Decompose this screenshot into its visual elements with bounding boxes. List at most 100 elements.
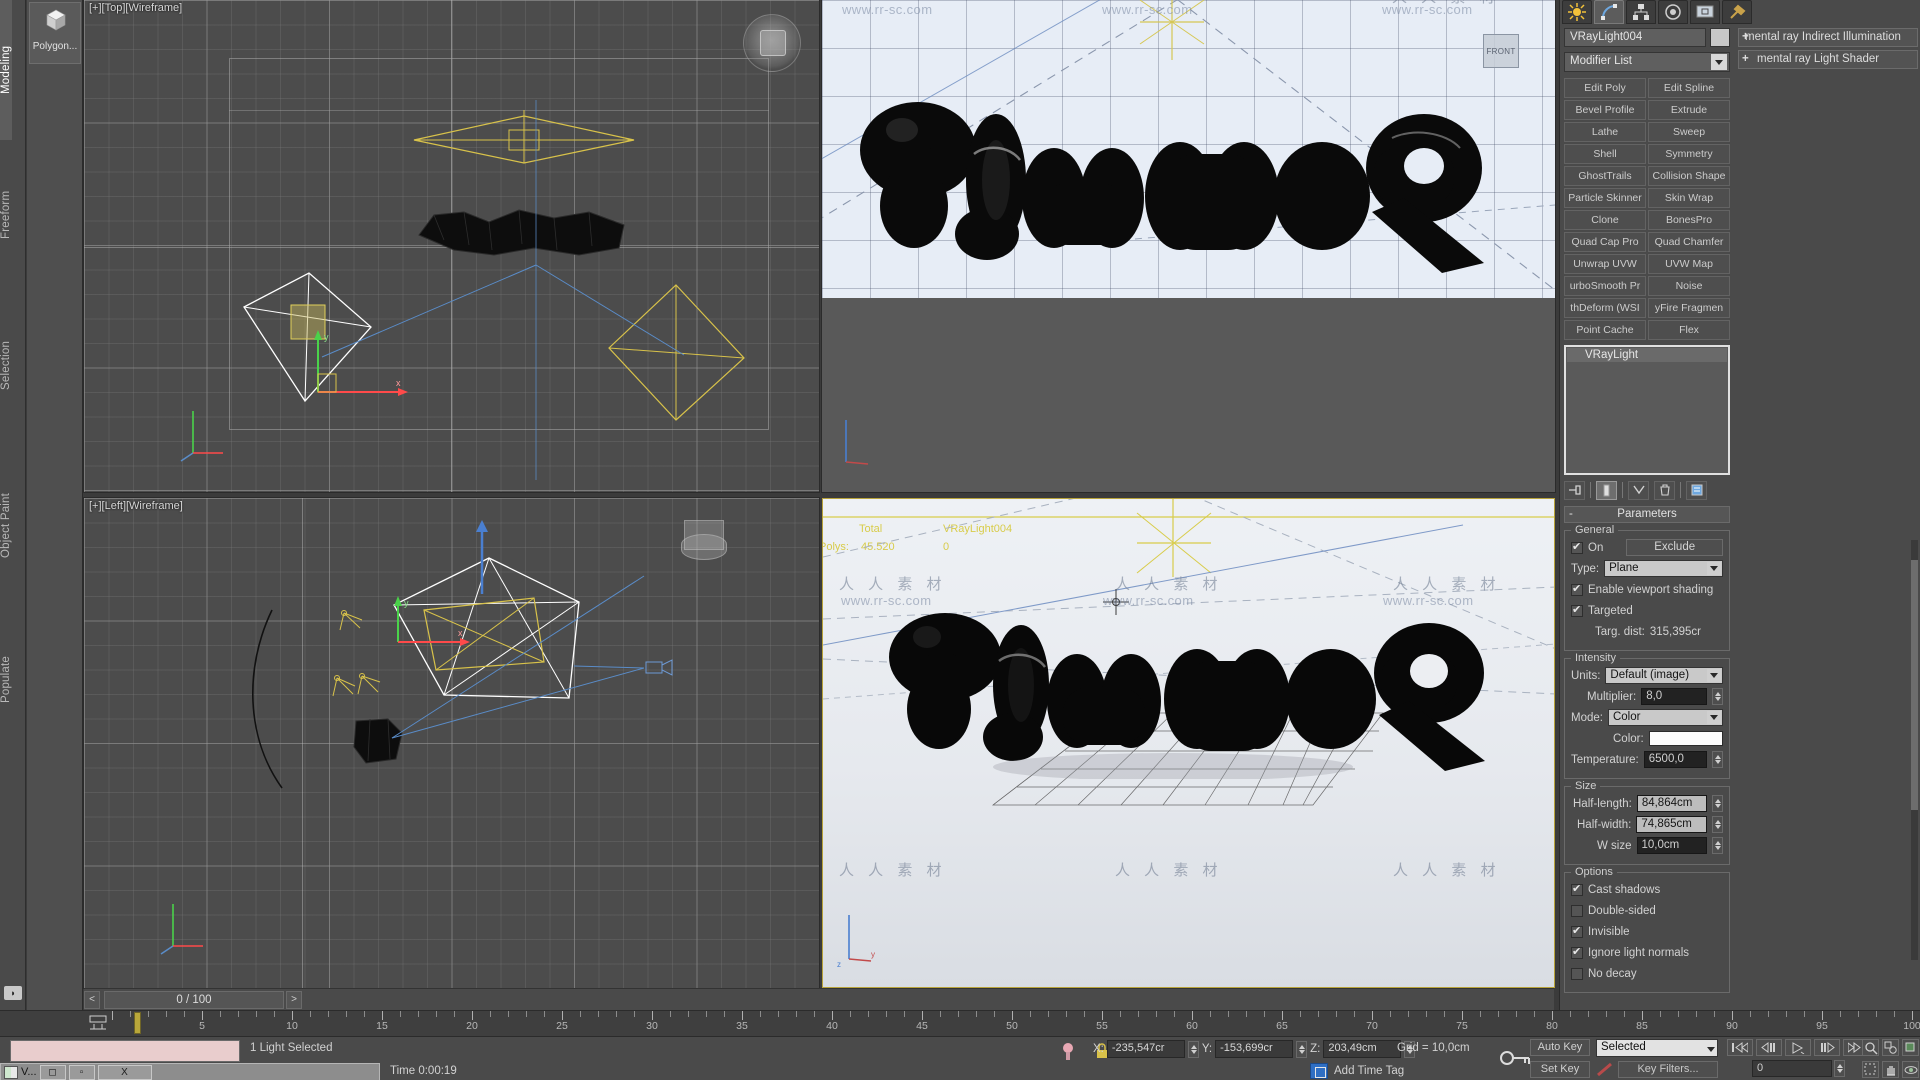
ribbon-tab-populate[interactable]: Populate bbox=[0, 610, 12, 750]
z-field[interactable]: 203,49cm bbox=[1323, 1040, 1402, 1058]
ribbon-tab-freeform[interactable]: Freeform bbox=[0, 140, 12, 290]
viewport-top[interactable]: [+][Top][Wireframe] y x bbox=[83, 0, 820, 493]
mental-ray-indirect-illumination-rollout[interactable]: + mental ray Indirect Illumination bbox=[1738, 28, 1918, 47]
modifier-stack[interactable]: VRayLight bbox=[1564, 345, 1730, 475]
object-name-field[interactable]: VRayLight004 bbox=[1564, 28, 1706, 47]
pan-view-button[interactable] bbox=[1882, 1061, 1899, 1078]
w-size-field[interactable]: 10,0cm bbox=[1636, 837, 1707, 854]
invisible-checkbox[interactable] bbox=[1571, 924, 1583, 938]
chevron-down-icon[interactable] bbox=[1707, 669, 1721, 682]
time-cursor[interactable] bbox=[134, 1012, 141, 1034]
key-mode-icon[interactable] bbox=[88, 1014, 108, 1032]
modifier-button-point-cache[interactable]: Point Cache bbox=[1564, 320, 1646, 340]
y-spinner[interactable] bbox=[1296, 1040, 1308, 1058]
previous-frame-button[interactable] bbox=[1756, 1039, 1782, 1056]
modifier-button-unwrap-uvw[interactable]: Unwrap UVW bbox=[1564, 254, 1646, 274]
ribbon-tab-selection[interactable]: Selection bbox=[0, 290, 12, 440]
half-length-spinner[interactable] bbox=[1712, 795, 1723, 812]
time-tag-icon[interactable] bbox=[1310, 1063, 1328, 1079]
frame-spinner[interactable] bbox=[1834, 1060, 1845, 1077]
expand-icon[interactable]: + bbox=[1742, 51, 1749, 68]
viewport-left[interactable]: [+][Left][Wireframe] y x bbox=[83, 497, 820, 989]
play-animation-button[interactable] bbox=[1785, 1039, 1811, 1056]
exclude-button[interactable]: Exclude bbox=[1626, 539, 1723, 556]
close-button[interactable]: X bbox=[97, 1064, 152, 1080]
camera-icon-left-viewport[interactable] bbox=[642, 656, 676, 682]
half-length-field[interactable]: 84,864cm bbox=[1636, 795, 1707, 812]
light-bulb-icon[interactable] bbox=[1062, 1042, 1074, 1062]
units-dropdown[interactable]: Default (image) bbox=[1605, 667, 1723, 684]
half-width-field[interactable]: 74,865cm bbox=[1636, 816, 1707, 833]
orbit-button[interactable] bbox=[1902, 1061, 1919, 1078]
chevron-down-icon[interactable] bbox=[1707, 711, 1721, 724]
temperature-spinner[interactable] bbox=[1712, 751, 1723, 768]
modify-tab[interactable] bbox=[1594, 0, 1624, 24]
command-panel-scrollbar[interactable] bbox=[1911, 540, 1918, 960]
modifier-button-quad-cap-pro[interactable]: Quad Cap Pro bbox=[1564, 232, 1646, 252]
modifier-button-edit-spline[interactable]: Edit Spline bbox=[1648, 78, 1730, 98]
mode-dropdown[interactable]: Color bbox=[1607, 709, 1723, 726]
no-decay-checkbox[interactable] bbox=[1571, 967, 1583, 980]
zoom-extents-button[interactable] bbox=[1902, 1039, 1919, 1056]
set-key-button[interactable]: Set Key bbox=[1530, 1061, 1590, 1078]
viewcube-face[interactable] bbox=[760, 30, 786, 56]
chevron-down-icon[interactable] bbox=[1707, 562, 1721, 575]
expand-icon[interactable]: + bbox=[1742, 29, 1749, 46]
ribbon-expand-arrow[interactable]: ◗ bbox=[4, 986, 22, 1000]
configure-sets-icon[interactable] bbox=[1686, 480, 1707, 500]
x-spinner[interactable] bbox=[1187, 1040, 1199, 1058]
y-field[interactable]: -153,699cr bbox=[1215, 1040, 1294, 1058]
modifier-button-particle-skinner[interactable]: Particle Skinner bbox=[1564, 188, 1646, 208]
modifier-button-sweep[interactable]: Sweep bbox=[1648, 122, 1730, 142]
scrollbar-thumb[interactable] bbox=[1911, 560, 1918, 810]
modifier-button-turbosmooth-pro[interactable]: urboSmooth Pr bbox=[1564, 276, 1646, 296]
prev-frame-button[interactable]: < bbox=[84, 991, 100, 1009]
modifier-button-quad-chamfer[interactable]: Quad Chamfer bbox=[1648, 232, 1730, 252]
key-filters-button[interactable]: Key Filters... bbox=[1618, 1061, 1718, 1078]
targeted-checkbox[interactable] bbox=[1571, 603, 1583, 617]
next-frame-button[interactable] bbox=[1814, 1039, 1840, 1056]
modifier-button-skin-wrap[interactable]: Skin Wrap bbox=[1648, 188, 1730, 208]
key-toggle-icon[interactable] bbox=[1495, 1045, 1535, 1071]
ribbon-tab-object-paint[interactable]: Object Paint bbox=[0, 440, 12, 610]
display-tab[interactable] bbox=[1690, 0, 1720, 24]
modifier-button-uvw-map[interactable]: UVW Map bbox=[1648, 254, 1730, 274]
ruler-ticks[interactable]: 5 10 15 20 25 30 35 40 45 50 55 60 65 70 75 80 85 90 95 100 bbox=[112, 1011, 1920, 1037]
viewcube-front-face[interactable]: FRONT bbox=[1483, 34, 1519, 68]
timeline-ruler[interactable]: 5 10 15 20 25 30 35 40 45 50 55 60 65 70 75 80 85 90 95 100 bbox=[0, 1010, 1920, 1036]
zoom-tool-button[interactable] bbox=[1862, 1039, 1879, 1056]
half-width-spinner[interactable] bbox=[1712, 816, 1723, 833]
object-color-swatch[interactable] bbox=[1710, 28, 1730, 47]
modifier-button-collision-shape[interactable]: Collision Shape bbox=[1648, 166, 1730, 186]
modifier-button-bevel-profile[interactable]: Bevel Profile bbox=[1564, 100, 1646, 120]
mental-ray-light-shader-rollout[interactable]: + mental ray Light Shader bbox=[1738, 50, 1918, 69]
modifier-button-extrude[interactable]: Extrude bbox=[1648, 100, 1730, 120]
pin-stack-icon[interactable] bbox=[1564, 480, 1585, 500]
chevron-down-icon[interactable] bbox=[1711, 54, 1727, 70]
show-end-result-icon[interactable] bbox=[1596, 480, 1617, 500]
go-to-start-button[interactable] bbox=[1727, 1039, 1753, 1056]
motion-tab[interactable] bbox=[1658, 0, 1688, 24]
hierarchy-tab[interactable] bbox=[1626, 0, 1656, 24]
cast-shadows-checkbox[interactable] bbox=[1571, 882, 1583, 896]
next-frame-button[interactable]: > bbox=[286, 991, 302, 1009]
zoom-all-button[interactable] bbox=[1882, 1039, 1899, 1056]
ribbon-tab-modeling[interactable]: Modeling bbox=[0, 0, 12, 140]
modifier-button-noise[interactable]: Noise bbox=[1648, 276, 1730, 296]
modifier-list-dropdown[interactable]: Modifier List bbox=[1564, 52, 1730, 72]
add-time-tag-area[interactable]: Add Time Tag bbox=[1310, 1063, 1404, 1079]
type-dropdown[interactable]: Plane bbox=[1604, 560, 1723, 577]
light-color-swatch[interactable] bbox=[1648, 731, 1723, 746]
modifier-button-edit-poly[interactable]: Edit Poly bbox=[1564, 78, 1646, 98]
modifier-button-bonespro[interactable]: BonesPro bbox=[1648, 210, 1730, 230]
polygon-modeling-button[interactable]: Polygon... bbox=[29, 2, 81, 64]
modifier-button-symmetry[interactable]: Symmetry bbox=[1648, 144, 1730, 164]
w-size-spinner[interactable] bbox=[1712, 837, 1723, 854]
modifier-button-clone[interactable]: Clone bbox=[1564, 210, 1646, 230]
make-unique-icon[interactable] bbox=[1628, 480, 1649, 500]
text-mesh-tiner-perspective[interactable] bbox=[844, 88, 1504, 278]
enable-viewport-shading-checkbox[interactable] bbox=[1571, 582, 1583, 596]
text-mesh-tiner-camera[interactable] bbox=[873, 599, 1533, 779]
minimize-button[interactable]: ▫ bbox=[68, 1064, 95, 1080]
multiplier-field[interactable]: 8,0 bbox=[1641, 688, 1707, 705]
